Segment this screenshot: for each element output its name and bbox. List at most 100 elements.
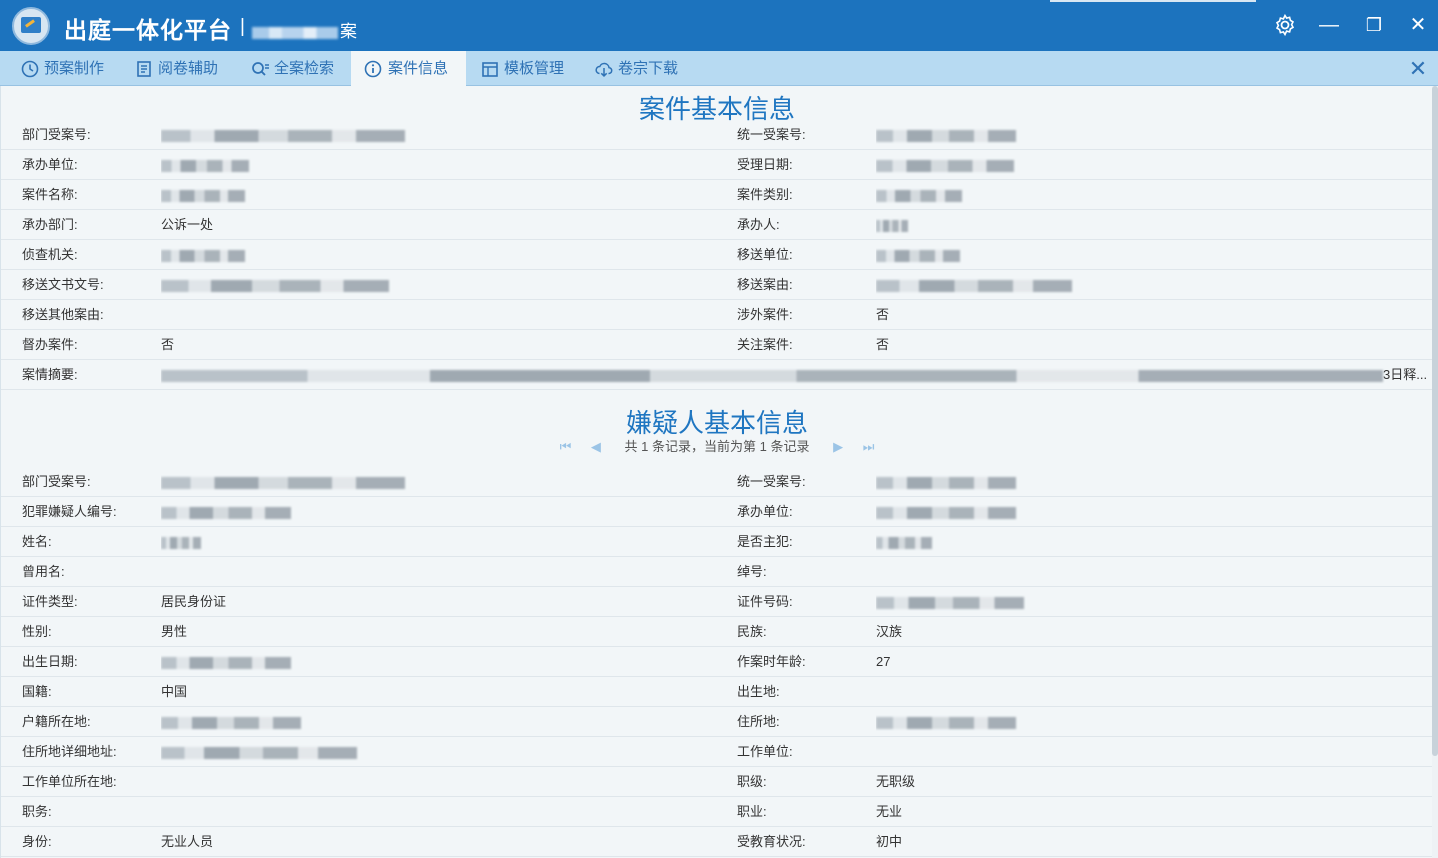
case-summary-row: 案情摘要: 3日释... — [1, 360, 1433, 390]
field-value — [876, 270, 1426, 299]
field-label: 工作单位: — [737, 744, 793, 759]
last-record-icon[interactable]: ⏭ — [863, 439, 875, 454]
field-value: 无业 — [876, 804, 903, 819]
first-record-icon[interactable]: ⏮ — [560, 439, 572, 454]
field-value — [876, 240, 1426, 269]
redacted-value — [161, 279, 389, 292]
nav-bar: 预案制作 阅卷辅助 全案检索 案件信息 模板管理 卷宗下载 — [0, 51, 1438, 87]
field-value: 汉族 — [876, 624, 903, 639]
redacted-value — [161, 159, 249, 172]
field-value — [161, 797, 721, 826]
gear-icon[interactable] — [1272, 12, 1298, 38]
field-label: 关注案件: — [737, 337, 793, 352]
field-label: 出生日期: — [22, 654, 78, 669]
tab-label: 案件信息 — [388, 60, 449, 77]
tab-template-manage[interactable]: 模板管理 — [474, 51, 564, 86]
field-label: 承办部门: — [22, 217, 78, 232]
field-value — [876, 587, 1426, 616]
field-label: 性别: — [22, 624, 52, 639]
field-value: 无业人员 — [161, 834, 214, 849]
field-value: 否 — [161, 337, 175, 352]
field-label: 住所地: — [737, 714, 780, 729]
field-label: 涉外案件: — [737, 307, 793, 322]
field-label: 工作单位所在地: — [22, 774, 117, 789]
field-label: 承办单位: — [22, 157, 78, 172]
field-label: 统一受案号: — [737, 474, 806, 489]
info-row: 曾用名: 绰号: — [1, 557, 1433, 587]
info-row: 案件名称: 案件类别: — [1, 180, 1433, 210]
field-label: 住所地详细地址: — [22, 744, 117, 759]
field-label: 受教育状况: — [737, 834, 806, 849]
case-info-panel: 案件基本信息 部门受案号: 统一受案号: 承办单位: 受理日期: 案件名称: 案件类别: 承… — [0, 86, 1433, 858]
tab-label: 模板管理 — [504, 60, 565, 77]
info-row: 出生日期: 作案时年龄: 27 — [1, 647, 1433, 677]
tab-label: 阅卷辅助 — [158, 60, 219, 77]
close-panel-icon[interactable]: ✕ — [1406, 57, 1430, 81]
field-value — [161, 270, 721, 299]
field-label: 移送其他案由: — [22, 307, 104, 322]
tab-case-info[interactable]: 案件信息 — [351, 51, 466, 87]
field-value — [876, 707, 1426, 736]
info-row: 侦查机关: 移送单位: — [1, 240, 1433, 270]
search-list-icon — [252, 62, 269, 76]
field-value — [161, 767, 721, 796]
cloud-download-icon — [595, 62, 613, 78]
tab-plan-making[interactable]: 预案制作 — [14, 51, 104, 86]
close-button[interactable]: ✕ — [1405, 12, 1431, 38]
info-row: 证件类型: 居民身份证 证件号码: — [1, 587, 1433, 617]
field-value — [161, 647, 721, 676]
minimize-button[interactable]: — — [1316, 12, 1342, 38]
field-label: 移送案由: — [737, 277, 793, 292]
field-value — [161, 120, 721, 149]
document-icon — [137, 61, 151, 77]
restore-button[interactable]: ❐ — [1361, 12, 1387, 38]
clock-icon — [21, 60, 39, 78]
title-bar: 出庭一体化平台 | 案 — ❐ ✕ — [0, 0, 1438, 51]
field-label: 出生地: — [737, 684, 780, 699]
info-row: 职务: 职业: 无业 — [1, 797, 1433, 827]
next-record-icon[interactable]: ▶ — [833, 439, 843, 454]
redacted-value — [876, 279, 1072, 292]
field-label: 曾用名: — [22, 564, 65, 579]
field-label: 民族: — [737, 624, 767, 639]
field-label: 部门受案号: — [22, 127, 91, 142]
field-value: 公诉一处 — [161, 217, 214, 232]
tab-file-download[interactable]: 卷宗下载 — [588, 51, 678, 86]
field-label: 犯罪嫌疑人编号: — [22, 504, 117, 519]
field-label: 受理日期: — [737, 157, 793, 172]
suspect-info-title: 嫌疑人基本信息 — [625, 408, 808, 438]
redacted-value — [876, 536, 932, 549]
summary-tail: 3日释... — [1383, 367, 1428, 382]
field-value — [876, 180, 1426, 209]
field-label: 证件类型: — [22, 594, 78, 609]
info-row: 住所地详细地址: 工作单位: — [1, 737, 1433, 767]
field-label: 案件类别: — [737, 187, 793, 202]
field-label: 职业: — [737, 804, 767, 819]
redacted-value — [161, 536, 201, 549]
scrollbar-thumb[interactable] — [1432, 86, 1438, 756]
field-value: 否 — [876, 337, 890, 352]
field-value — [876, 150, 1426, 179]
field-value: 无职级 — [876, 774, 916, 789]
prev-record-icon[interactable]: ◀ — [591, 439, 601, 454]
top-indicator — [1050, 0, 1256, 2]
app-title: 出庭一体化平台 — [64, 17, 232, 43]
field-value — [876, 527, 1426, 556]
template-icon — [482, 62, 498, 77]
field-value — [161, 467, 721, 496]
field-value — [876, 557, 1426, 586]
tab-full-search[interactable]: 全案检索 — [244, 51, 334, 86]
field-value — [161, 180, 721, 209]
field-label: 承办人: — [737, 217, 780, 232]
case-name: 案 — [252, 17, 357, 42]
field-label: 案件名称: — [22, 187, 78, 202]
tab-reading-aid[interactable]: 阅卷辅助 — [128, 51, 218, 86]
pager-text: 共 1 条记录，当前为第 1 条记录 — [624, 439, 810, 454]
info-row: 督办案件: 否 关注案件: 否 — [1, 330, 1433, 360]
vertical-scrollbar[interactable] — [1432, 86, 1438, 858]
redacted-value — [161, 746, 357, 759]
redacted-value — [161, 189, 245, 202]
redacted-value — [876, 219, 908, 232]
field-value: 否 — [876, 307, 890, 322]
info-icon — [364, 60, 382, 78]
